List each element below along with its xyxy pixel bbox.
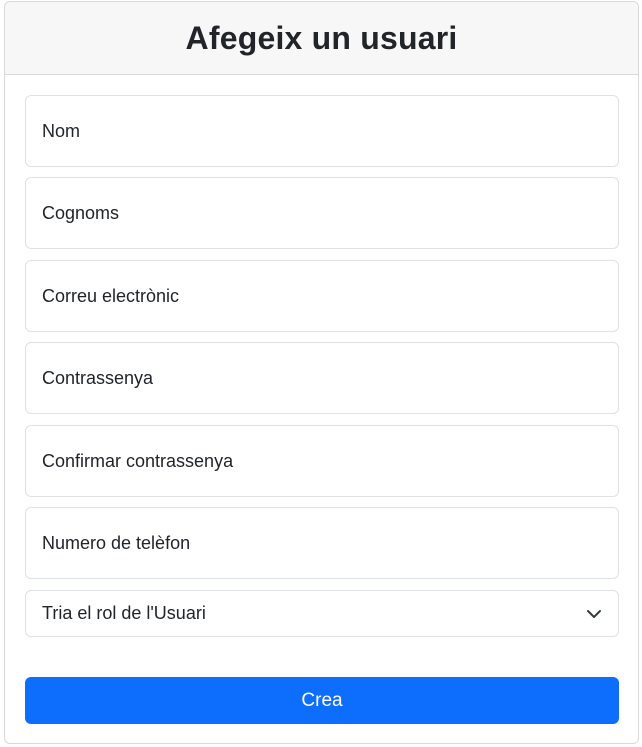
card-header: Afegeix un usuari — [5, 2, 638, 75]
email-field[interactable]: Correu electrònic — [25, 260, 619, 332]
create-button[interactable]: Crea — [25, 677, 619, 724]
email-placeholder: Correu electrònic — [42, 285, 180, 306]
last-name-placeholder: Cognoms — [42, 202, 120, 223]
first-name-field[interactable]: Nom — [25, 95, 619, 167]
first-name-placeholder: Nom — [42, 120, 81, 141]
role-select[interactable]: Tria el rol de l'Usuari — [25, 590, 619, 637]
password-placeholder: Contrassenya — [42, 367, 154, 388]
add-user-card: Afegeix un usuari Nom Cognoms Correu ele… — [4, 1, 639, 744]
role-select-value: Tria el rol de l'Usuari — [42, 603, 206, 623]
page-title: Afegeix un usuari — [185, 19, 458, 56]
password-field[interactable]: Contrassenya — [25, 342, 619, 414]
confirm-password-field[interactable]: Confirmar contrassenya — [25, 425, 619, 497]
phone-number-field[interactable]: Numero de telèfon — [25, 507, 619, 579]
confirm-password-placeholder: Confirmar contrassenya — [42, 450, 234, 471]
last-name-field[interactable]: Cognoms — [25, 177, 619, 249]
chevron-down-icon — [586, 606, 602, 622]
phone-number-placeholder: Numero de telèfon — [42, 532, 191, 553]
